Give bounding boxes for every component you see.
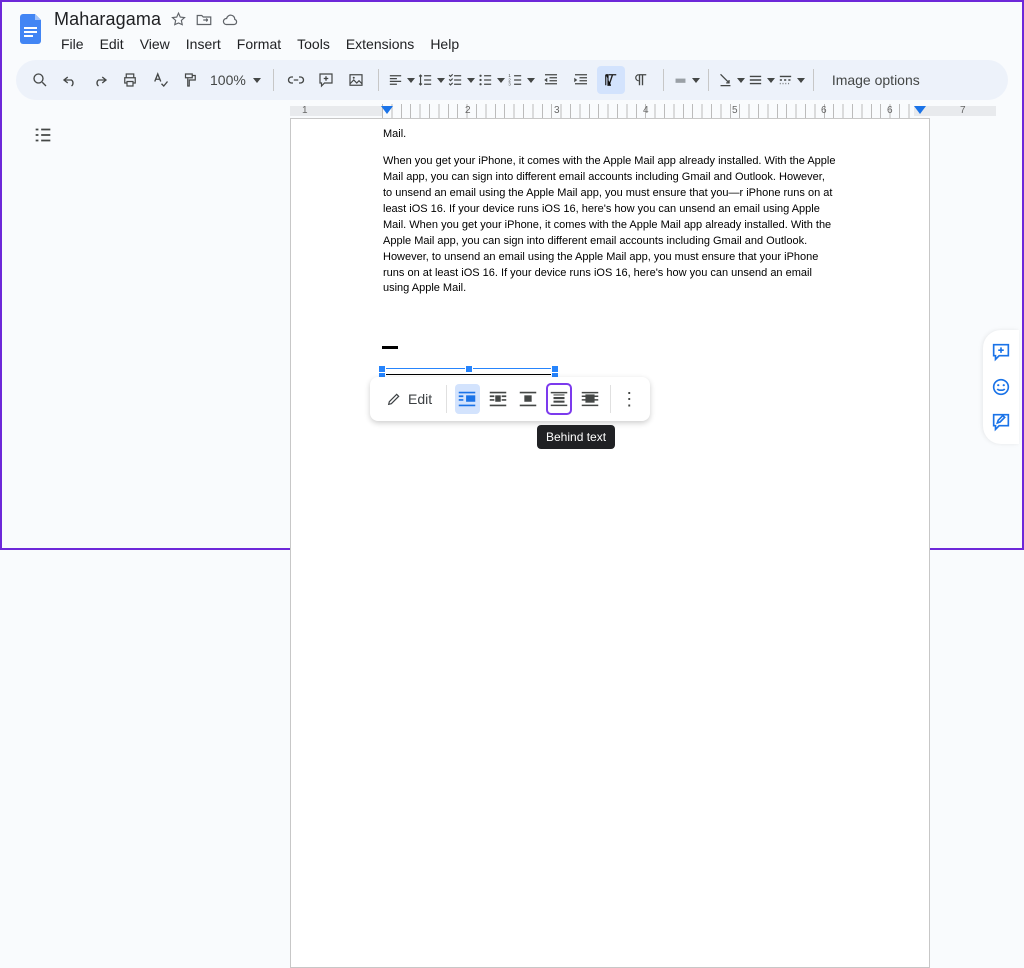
resize-handle[interactable] (465, 365, 473, 373)
menu-help[interactable]: Help (423, 32, 466, 56)
clear-formatting-icon[interactable] (597, 66, 625, 94)
image-options-button[interactable]: Image options (822, 72, 930, 88)
add-comment-fab-icon[interactable] (989, 340, 1013, 364)
text-cursor-mark (382, 346, 398, 350)
insert-link-icon[interactable] (282, 66, 310, 94)
text-direction-icon[interactable] (627, 66, 655, 94)
menu-edit[interactable]: Edit (93, 32, 131, 56)
insert-image-icon[interactable] (342, 66, 370, 94)
behind-text-button[interactable] (547, 384, 572, 414)
checklist-icon[interactable] (447, 66, 475, 94)
horizontal-ruler[interactable]: 1 2 3 4 5 6 6 7 (290, 104, 996, 118)
edit-image-button[interactable]: Edit (380, 391, 438, 407)
bulleted-list-icon[interactable] (477, 66, 505, 94)
more-options-icon[interactable]: ⋮ (619, 389, 640, 410)
tooltip: Behind text (537, 425, 615, 449)
spellcheck-icon[interactable] (146, 66, 174, 94)
menu-file[interactable]: File (54, 32, 91, 56)
break-text-button[interactable] (516, 384, 541, 414)
redo-icon[interactable] (86, 66, 114, 94)
body-text[interactable]: Mail. (383, 127, 837, 143)
menu-format[interactable]: Format (230, 32, 288, 56)
indent-end-marker[interactable] (914, 106, 926, 114)
in-front-of-text-button[interactable] (577, 384, 602, 414)
border-color-icon[interactable] (672, 66, 700, 94)
menu-insert[interactable]: Insert (179, 32, 228, 56)
border-weight-icon[interactable] (717, 66, 745, 94)
menu-extensions[interactable]: Extensions (339, 32, 421, 56)
wrap-text-button[interactable] (486, 384, 511, 414)
numbered-list-icon[interactable]: 123 (507, 66, 535, 94)
menu-view[interactable]: View (133, 32, 177, 56)
doc-title[interactable]: Maharagama (54, 9, 161, 30)
border-dash-icon[interactable] (747, 66, 775, 94)
add-comment-icon[interactable] (312, 66, 340, 94)
image-wrap-toolbar: Edit ⋮ (370, 377, 650, 421)
search-icon[interactable] (26, 66, 54, 94)
align-icon[interactable] (387, 66, 415, 94)
zoom-select[interactable]: 100% (206, 72, 265, 88)
toolbar: 100% 123 Image options (16, 60, 1008, 100)
print-icon[interactable] (116, 66, 144, 94)
crop-image-icon[interactable] (777, 66, 805, 94)
wrap-inline-button[interactable] (455, 384, 480, 414)
emoji-reaction-icon[interactable] (989, 375, 1013, 399)
paint-format-icon[interactable] (176, 66, 204, 94)
indent-start-marker[interactable] (381, 106, 393, 114)
line-spacing-icon[interactable] (417, 66, 445, 94)
decrease-indent-icon[interactable] (537, 66, 565, 94)
outline-toggle-icon[interactable] (32, 124, 54, 146)
move-icon[interactable] (195, 11, 213, 29)
undo-icon[interactable] (56, 66, 84, 94)
docs-logo[interactable] (14, 11, 50, 47)
side-panel-buttons (983, 330, 1019, 444)
menu-bar: File Edit View Insert Format Tools Exten… (54, 32, 466, 56)
suggest-edits-icon[interactable] (989, 410, 1013, 434)
menu-tools[interactable]: Tools (290, 32, 337, 56)
increase-indent-icon[interactable] (567, 66, 595, 94)
star-icon[interactable] (169, 11, 187, 29)
svg-text:3: 3 (508, 82, 511, 87)
document-page: Mail. When you get your iPhone, it comes… (290, 118, 930, 968)
body-text[interactable]: When you get your iPhone, it comes with … (383, 154, 837, 297)
cloud-status-icon[interactable] (221, 11, 239, 29)
